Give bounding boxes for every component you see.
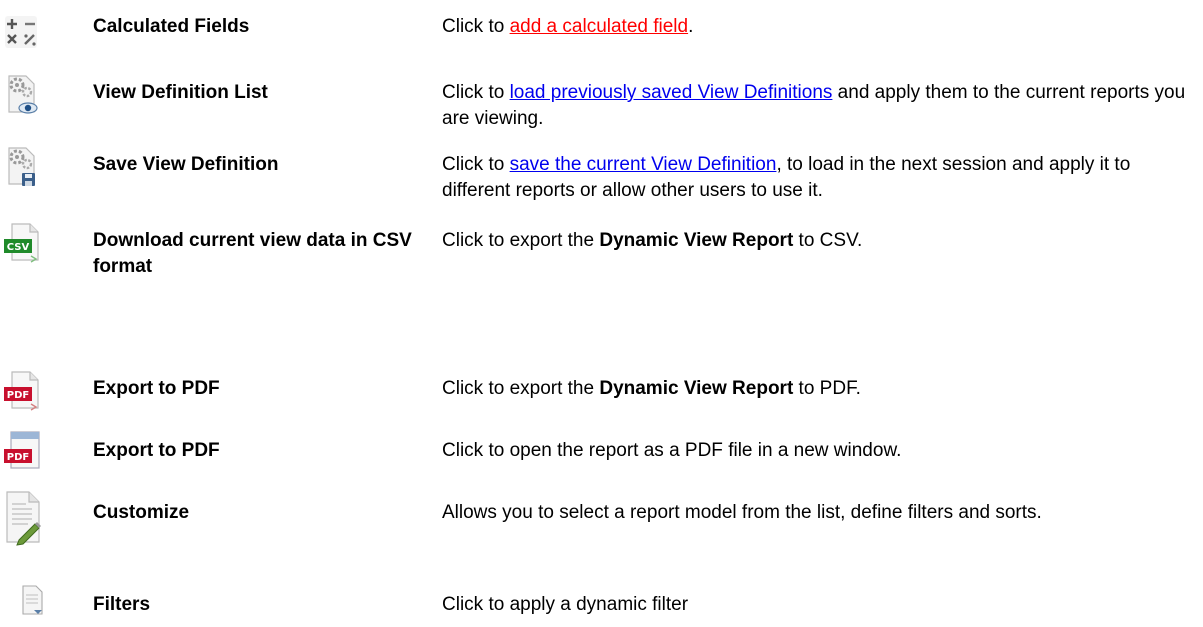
row-description: Allows you to select a report model from… — [442, 502, 1042, 523]
row-description: Click to apply a dynamic filter — [442, 594, 689, 615]
row-title: Filters — [93, 594, 151, 615]
row-description: Click to export the Dynamic View Report … — [442, 230, 863, 251]
calculator-icon[interactable] — [3, 14, 39, 54]
row-title: Export to PDF — [93, 378, 220, 399]
load-view-definitions-link[interactable]: load previously saved View Definitions — [510, 82, 833, 103]
row-description: Click to save the current View Definitio… — [442, 154, 1131, 201]
row-description: Click to add a calculated field. — [442, 16, 694, 37]
row-title: Customize — [93, 502, 190, 523]
row-description: Click to load previously saved View Defi… — [442, 82, 1186, 129]
row-title: Calculated Fields — [93, 16, 250, 37]
pdf-window-icon[interactable]: PDF — [3, 430, 40, 470]
svg-text:CSV: CSV — [7, 242, 30, 253]
customize-document-pencil-icon[interactable] — [3, 490, 43, 546]
svg-text:PDF: PDF — [7, 452, 29, 463]
add-calculated-field-link[interactable]: add a calculated field — [510, 16, 689, 37]
svg-text:PDF: PDF — [7, 390, 29, 401]
row-title: Download current view data in CSV format — [93, 230, 412, 277]
row-title: Export to PDF — [93, 440, 220, 461]
pdf-file-icon[interactable]: PDF — [3, 370, 39, 411]
row-description: Click to export the Dynamic View Report … — [442, 378, 861, 399]
save-view-definition-icon[interactable] — [3, 146, 39, 186]
row-title: Save View Definition — [93, 154, 279, 175]
csv-file-icon[interactable]: CSV — [3, 222, 39, 263]
save-view-definition-link[interactable]: save the current View Definition — [510, 154, 777, 175]
filter-document-icon[interactable] — [21, 584, 45, 618]
view-definition-eye-icon[interactable] — [3, 74, 39, 114]
row-title: View Definition List — [93, 82, 268, 103]
row-description: Click to open the report as a PDF file i… — [442, 440, 902, 461]
